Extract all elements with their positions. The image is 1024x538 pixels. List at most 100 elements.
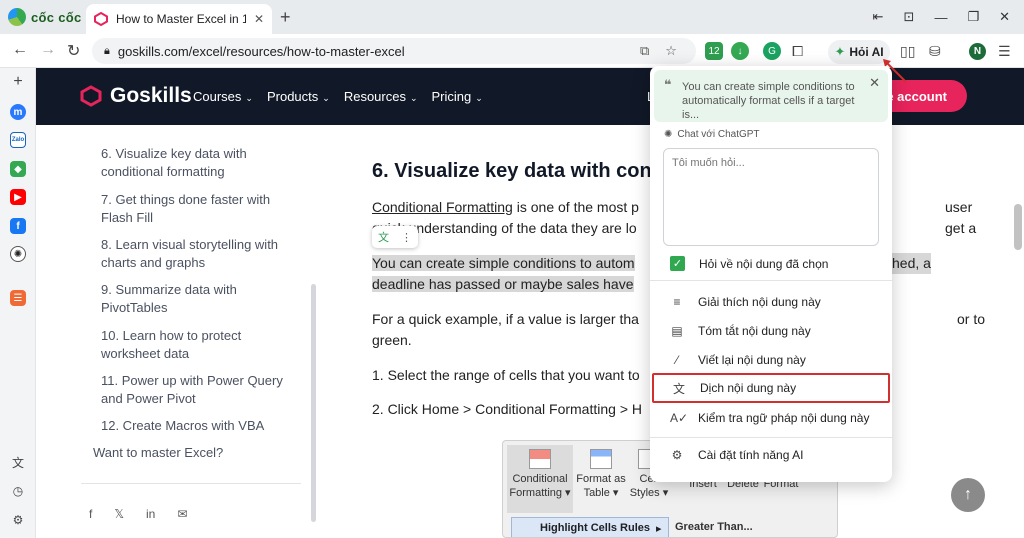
more-options-icon[interactable]: ⋮	[401, 231, 412, 244]
magic-wand-icon: ⁄	[675, 353, 678, 367]
toc-cta[interactable]: Want to master Excel?	[93, 445, 223, 460]
conditional-formatting-link[interactable]: Conditional Formatting	[372, 199, 513, 215]
site-nav: Courses ⌄ Products ⌄ Resources ⌄ Pricing ⌄	[193, 89, 483, 104]
forward-icon[interactable]: →	[40, 41, 56, 59]
new-tab-icon[interactable]: +	[280, 7, 291, 28]
settings-gear-icon: ⚙	[671, 448, 683, 462]
goskills-favicon-icon	[94, 12, 108, 26]
menu-rewrite[interactable]: ⁄ Viết lại nội dung này	[652, 345, 890, 375]
screenshot-icon[interactable]: ⊡	[904, 9, 915, 25]
settings-gear-icon[interactable]: ⚙	[10, 512, 26, 528]
browser-tab-active[interactable]: How to Master Excel in 12 S ✕	[86, 4, 272, 34]
nav-resources-label: Resources	[343, 89, 406, 104]
toc-item[interactable]: 9. Summarize data with PivotTables	[101, 281, 301, 317]
toc-item[interactable]: 7. Get things done faster with Flash Fil…	[101, 191, 301, 227]
reload-icon[interactable]: ↻	[67, 41, 80, 61]
greater-than-item: Greater Than...	[675, 521, 753, 533]
menu-summarize[interactable]: ▤ Tóm tắt nội dung này	[652, 316, 890, 346]
chevron-right-icon: ▸	[656, 522, 662, 535]
grammarly-extension-icon[interactable]: G	[763, 42, 781, 60]
summary-list-icon: ▤	[671, 324, 683, 338]
p3-text-a: For a quick example, if a value is large…	[372, 311, 639, 327]
shopping-icon[interactable]: ☰	[10, 290, 26, 306]
toc-item[interactable]: 10. Learn how to protect worksheet data	[101, 327, 301, 363]
scroll-to-top-button[interactable]: ↑	[951, 478, 985, 512]
nav-courses[interactable]: Courses ⌄	[193, 89, 253, 104]
toc-divider	[81, 483, 301, 484]
ask-selected-toggle[interactable]: ✓ Hỏi về nội dung đã chọn	[670, 256, 828, 271]
back-icon[interactable]: ←	[12, 41, 28, 59]
download-extension-icon[interactable]: ↓	[731, 42, 749, 60]
nav-resources[interactable]: Resources ⌄	[344, 89, 418, 104]
translate-selection-icon[interactable]: 文	[378, 229, 389, 245]
checkbox-checked-icon[interactable]: ✓	[670, 256, 685, 271]
bookmark-star-icon[interactable]: ☆	[665, 43, 677, 59]
extension-badge-icon[interactable]: 12	[705, 42, 723, 60]
close-window-icon[interactable]: ✕	[999, 9, 1010, 25]
nav-products-label: Products	[266, 89, 319, 104]
restore-icon[interactable]: ❐	[967, 9, 979, 25]
conditional-formatting-icon	[529, 449, 551, 469]
address-bar[interactable]: 🔒︎ goskills.com/excel/resources/how-to-m…	[92, 38, 696, 64]
ribbon-format-as-table: Format as Table ▾	[575, 445, 627, 500]
nav-pricing[interactable]: Pricing ⌄	[432, 89, 483, 104]
extensions-puzzle-icon[interactable]: ⧠	[792, 43, 803, 60]
close-context-icon[interactable]: ✕	[869, 76, 880, 90]
highlight-rules-label: Highlight Cells Rules	[540, 522, 651, 534]
linkedin-share-icon[interactable]: in	[146, 507, 155, 521]
browser-brand[interactable]: cốc cốc	[8, 8, 82, 26]
tab-title: How to Master Excel in 12 S	[116, 12, 246, 26]
youtube-icon[interactable]: ▶	[10, 189, 26, 205]
tab-close-icon[interactable]: ✕	[254, 12, 264, 26]
chevron-down-icon: ⌄	[475, 93, 483, 103]
p3-text-b: or to	[957, 311, 986, 327]
ribbon-conditional-formatting: Conditional Formatting ▾	[507, 445, 573, 513]
translate-sidebar-icon[interactable]: 文	[10, 454, 26, 470]
hoi-ai-panel: ❝ You can create simple conditions to au…	[650, 66, 892, 482]
toc-item[interactable]: 6. Visualize key data with conditional f…	[101, 145, 301, 181]
menu-translate[interactable]: 文 Dịch nội dung này	[652, 373, 890, 403]
minimize-icon[interactable]: —	[934, 10, 947, 25]
ask-selected-label: Hỏi về nội dung đã chọn	[699, 256, 829, 271]
game-icon[interactable]: ◆	[10, 161, 26, 177]
translate-page-icon[interactable]: ⧉	[640, 43, 649, 59]
toc-item[interactable]: 12. Create Macros with VBA	[101, 417, 301, 435]
explain-lines-icon: ≡	[673, 295, 681, 309]
goskills-logo-icon	[80, 85, 102, 107]
chevron-down-icon: ⌄	[409, 93, 418, 103]
facebook-share-icon[interactable]: f	[89, 507, 92, 521]
site-info-icon[interactable]: 🔒︎	[104, 45, 110, 58]
goskills-logo[interactable]: Goskills	[80, 84, 192, 108]
menu-rewrite-label: Viết lại nội dung này	[698, 353, 806, 367]
email-share-icon[interactable]: ✉	[177, 507, 187, 521]
menu-ai-settings[interactable]: ⚙ Cài đặt tính năng AI	[652, 440, 890, 470]
chatgpt-icon: ✺	[664, 129, 673, 140]
sidebar-rail: + m Zalo ◆ ▶ f ✺ ☰ 文 ◷ ⚙	[0, 68, 36, 538]
chat-input[interactable]	[663, 148, 879, 246]
menu-grammar[interactable]: A✓ Kiểm tra ngữ pháp nội dung này	[652, 403, 890, 433]
menu-explain[interactable]: ≡ Giải thích nội dung này	[652, 287, 890, 317]
coccoc-logo-icon	[8, 8, 26, 26]
menu-icon[interactable]: ☰	[998, 43, 1011, 60]
selection-toolbar: 文 ⋮	[372, 226, 418, 248]
page-scrollbar-thumb[interactable]	[1014, 204, 1022, 250]
profile-avatar[interactable]: N	[969, 43, 986, 60]
toc-item[interactable]: 8. Learn visual storytelling with charts…	[101, 236, 301, 272]
omnibox-actions: ⧉ ☆	[640, 43, 677, 59]
logo-text: Goskills	[110, 84, 192, 107]
toc-item[interactable]: 11. Power up with Power Query and Power …	[101, 372, 301, 408]
history-icon[interactable]: ◷	[10, 483, 26, 499]
nav-products[interactable]: Products ⌄	[267, 89, 330, 104]
messenger-icon[interactable]: m	[10, 104, 26, 120]
zalo-icon[interactable]: Zalo	[10, 132, 26, 148]
chevron-down-icon: ⌄	[322, 93, 330, 103]
add-sidebar-icon[interactable]: +	[10, 73, 26, 90]
selected-text-line2: deadline has passed or maybe sales have	[372, 276, 634, 292]
tab-search-icon[interactable]: ⇤	[873, 9, 884, 25]
x-share-icon[interactable]: 𝕏	[114, 507, 124, 521]
chatgpt-icon[interactable]: ✺	[10, 246, 26, 262]
incognito-icon[interactable]: ⛁	[929, 43, 941, 60]
facebook-icon[interactable]: f	[10, 218, 26, 234]
toc-scrollbar[interactable]	[311, 284, 316, 522]
translate-icon: 文	[672, 381, 685, 396]
